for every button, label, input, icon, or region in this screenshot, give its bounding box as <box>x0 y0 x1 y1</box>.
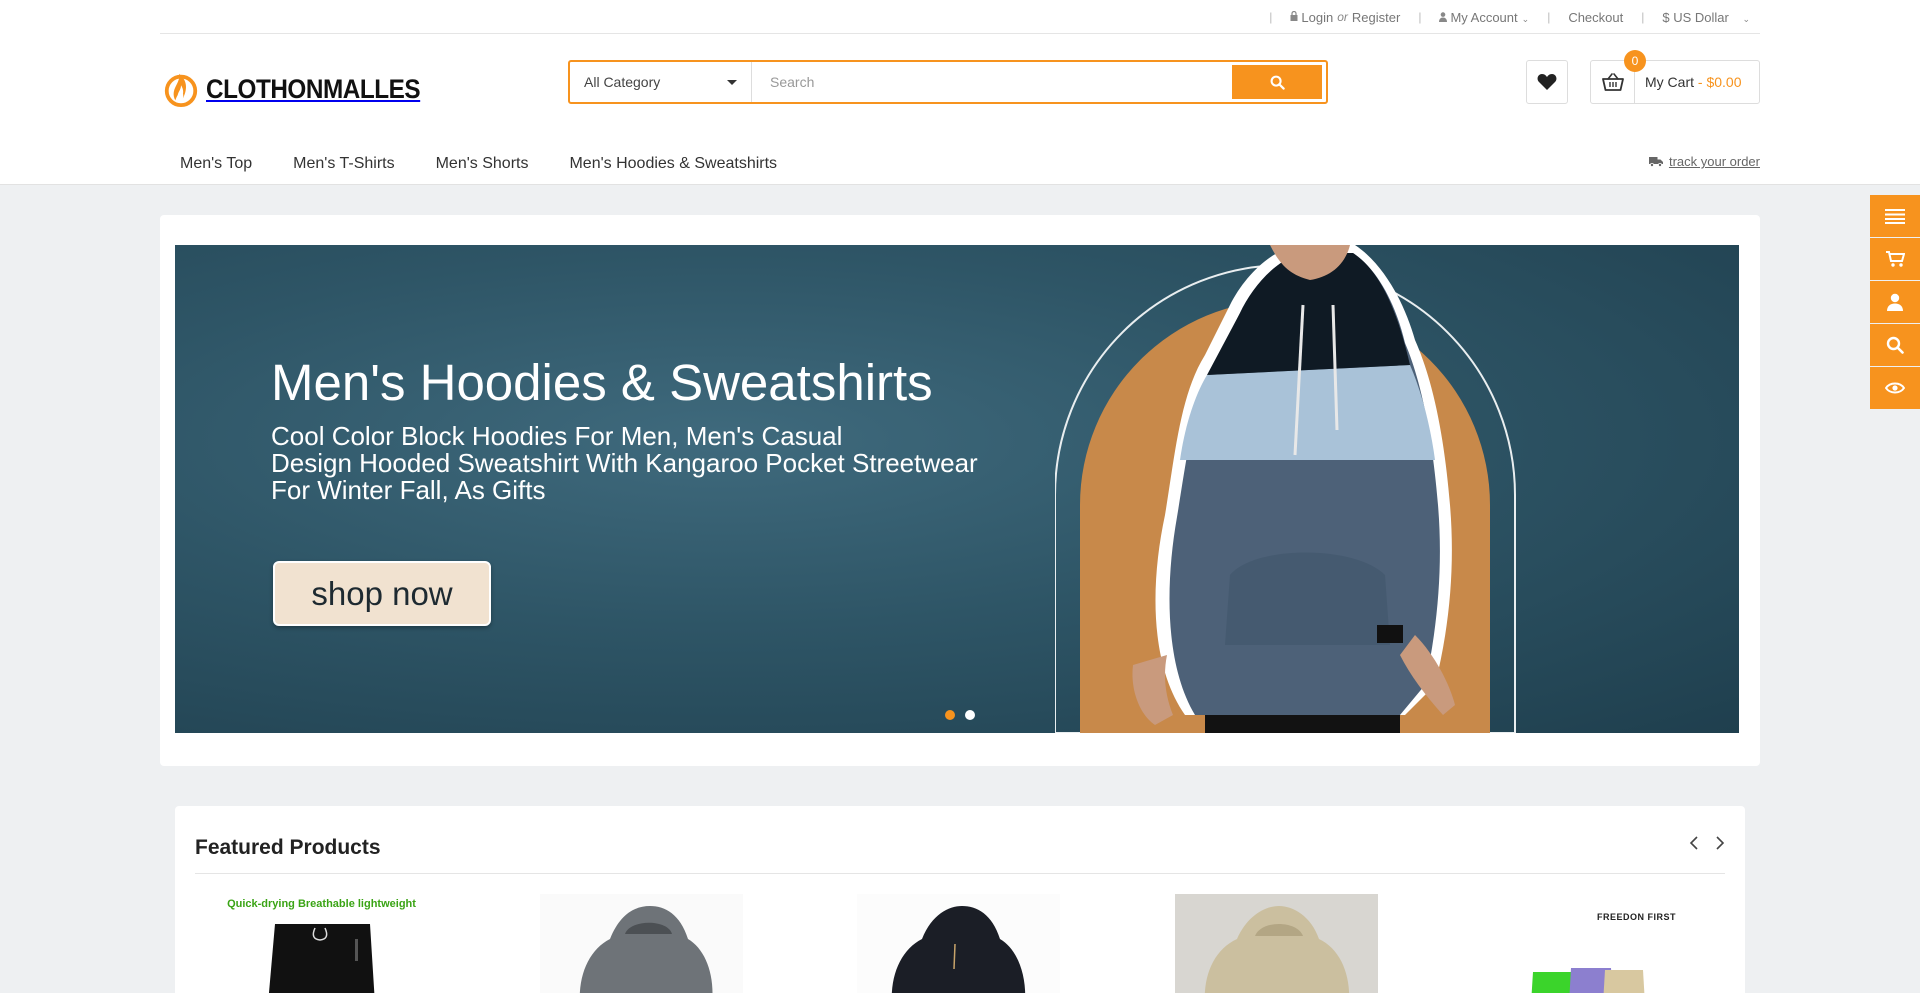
separator: | <box>1418 10 1422 24</box>
cart-total: - $0.00 <box>1694 74 1742 90</box>
nav-mens-hoodies[interactable]: Men's Hoodies & Sweatshirts <box>569 155 777 173</box>
user-icon <box>1439 11 1448 25</box>
sticky-sidebar <box>1870 195 1920 410</box>
nav-mens-tshirts[interactable]: Men's T-Shirts <box>293 155 394 173</box>
top-bar-inner: | Login or Register | My Account ⌄ | Chec… <box>160 0 1760 34</box>
slider-dot-1[interactable] <box>945 710 955 720</box>
banner-subtitle: Cool Color Block Hoodies For Men, Men's … <box>271 423 1071 504</box>
or-text: or <box>1337 10 1348 24</box>
product-image <box>540 894 743 993</box>
featured-title: Featured Products <box>195 836 381 859</box>
product-image <box>857 894 1060 993</box>
cart-button[interactable]: 0 My Cart - $0.00 <box>1590 50 1760 104</box>
featured-products: Featured Products Quick-drying Breathabl… <box>175 806 1745 993</box>
search-icon <box>1270 75 1285 90</box>
sidebar-recent-button[interactable] <box>1870 367 1920 409</box>
top-bar: | Login or Register | My Account ⌄ | Chec… <box>0 0 1920 35</box>
banner-subtitle-line: Cool Color Block Hoodies For Men, Men's … <box>271 421 843 451</box>
slider-dot-2[interactable] <box>965 710 975 720</box>
user-icon <box>1887 293 1903 311</box>
product-card[interactable]: Quick-drying Breathable lightweight <box>220 894 423 993</box>
caret-down-icon <box>727 79 737 85</box>
category-select[interactable]: All Category <box>570 62 752 102</box>
category-select-label: All Category <box>584 74 661 90</box>
track-order-link[interactable]: track your order <box>1648 154 1760 169</box>
checkout-link[interactable]: Checkout <box>1568 10 1623 25</box>
banner-subtitle-line: Design Hooded Sweatshirt With Kangaroo P… <box>271 448 978 478</box>
product-image <box>1175 894 1378 993</box>
product-caption: Quick-drying Breathable lightweight <box>227 898 416 910</box>
nav-mens-top[interactable]: Men's Top <box>180 155 252 173</box>
my-account-dropdown[interactable]: My Account ⌄ <box>1439 10 1529 25</box>
cart-count-badge: 0 <box>1624 50 1646 72</box>
hero-slider: Men's Hoodies & Sweatshirts Cool Color B… <box>160 215 1760 766</box>
product-image <box>1531 968 1645 993</box>
separator: | <box>1547 10 1551 24</box>
menu-icon <box>1885 209 1905 224</box>
shop-now-button[interactable]: shop now <box>273 561 491 626</box>
truck-icon <box>1648 157 1663 167</box>
sidebar-account-button[interactable] <box>1870 281 1920 323</box>
cart-label-text: My Cart <box>1645 74 1694 90</box>
hoodie-model-image <box>1055 245 1516 733</box>
nav-mens-shorts[interactable]: Men's Shorts <box>436 155 529 173</box>
site-logo[interactable]: CLOTHONMALLES <box>162 70 444 108</box>
product-card[interactable] <box>1175 894 1378 993</box>
main-nav: Men's Top Men's T-Shirts Men's Shorts Me… <box>180 155 777 173</box>
search-bar: All Category <box>568 60 1328 104</box>
cart-label: My Cart - $0.00 <box>1645 74 1741 90</box>
product-card[interactable]: FREEDON FIRST <box>1493 894 1696 993</box>
banner-title: Men's Hoodies & Sweatshirts <box>271 354 933 411</box>
chevron-right-icon[interactable] <box>1715 836 1725 855</box>
my-account-label: My Account <box>1450 9 1518 25</box>
register-link[interactable]: Register <box>1352 10 1400 25</box>
cart-icon <box>1886 251 1905 267</box>
product-card[interactable] <box>540 894 743 993</box>
separator: | <box>1269 10 1273 24</box>
basket-icon <box>1601 73 1624 91</box>
logo-text: CLOTHONMALLES <box>206 73 421 104</box>
chevron-left-icon[interactable] <box>1689 836 1699 855</box>
chevron-down-icon: ⌄ <box>1742 13 1750 24</box>
top-links: | Login or Register | My Account ⌄ | Chec… <box>1251 0 1750 34</box>
sidebar-menu-button[interactable] <box>1870 195 1920 237</box>
featured-carousel-nav <box>1689 836 1725 855</box>
site-header: CLOTHONMALLES All Category 0 My Cart - $… <box>0 35 1920 185</box>
chevron-down-icon: ⌄ <box>1521 13 1530 24</box>
product-caption: FREEDON FIRST <box>1596 912 1676 922</box>
slider-dots <box>945 710 975 720</box>
sidebar-cart-button[interactable] <box>1870 238 1920 280</box>
sidebar-search-button[interactable] <box>1870 324 1920 366</box>
wishlist-button[interactable] <box>1526 60 1568 104</box>
track-order-label: track your order <box>1668 154 1760 169</box>
search-button[interactable] <box>1232 65 1322 99</box>
banner-subtitle-line: For Winter Fall, As Gifts <box>271 475 546 505</box>
login-link[interactable]: Login <box>1301 10 1333 25</box>
lock-icon <box>1290 10 1298 24</box>
logo-flame-icon <box>164 73 198 108</box>
eye-icon <box>1885 382 1905 394</box>
divider <box>195 873 1725 874</box>
search-input[interactable] <box>752 62 1232 102</box>
currency-dropdown[interactable]: $ US Dollar ⌄ <box>1662 10 1750 25</box>
separator: | <box>1641 10 1645 24</box>
search-icon <box>1886 336 1904 354</box>
heart-icon <box>1537 74 1557 90</box>
currency-label: $ US Dollar <box>1662 9 1729 25</box>
product-card[interactable] <box>857 894 1060 993</box>
hero-banner[interactable]: Men's Hoodies & Sweatshirts Cool Color B… <box>175 245 1739 733</box>
cart-icon-box: 0 <box>1591 50 1646 103</box>
